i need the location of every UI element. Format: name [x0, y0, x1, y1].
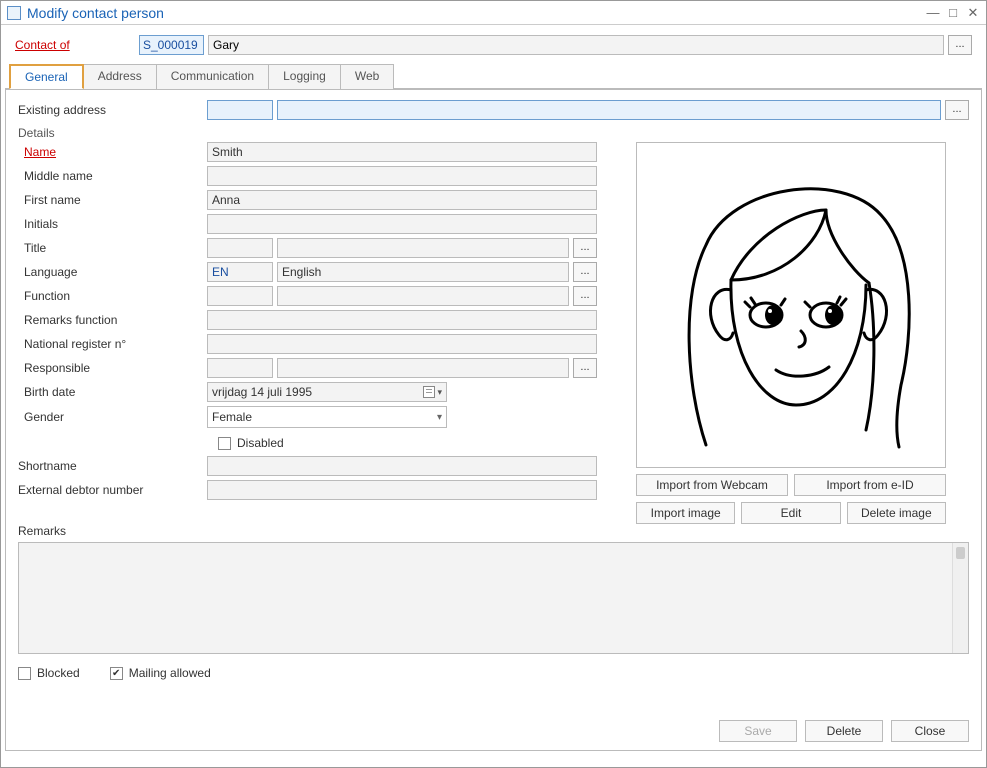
existing-address-code-input[interactable]	[207, 100, 273, 120]
contact-of-label[interactable]: Contact of	[15, 38, 135, 52]
remarks-label: Remarks	[18, 524, 203, 538]
language-lookup-button[interactable]: ...	[573, 262, 597, 282]
close-button[interactable]: Close	[891, 720, 969, 742]
general-panel: Existing address ... Details Name Middle…	[5, 89, 982, 751]
gender-label: Gender	[24, 410, 203, 424]
middle-name-input[interactable]	[207, 166, 597, 186]
tab-communication[interactable]: Communication	[156, 64, 269, 89]
contact-photo	[636, 142, 946, 468]
initials-label: Initials	[24, 217, 203, 231]
national-register-label: National register n°	[24, 337, 203, 351]
language-text-input[interactable]	[277, 262, 569, 282]
chevron-down-icon: ▾	[437, 387, 442, 398]
national-register-input[interactable]	[207, 334, 597, 354]
delete-image-button[interactable]: Delete image	[847, 502, 946, 524]
scrollbar[interactable]	[952, 543, 968, 653]
mailing-allowed-label: Mailing allowed	[129, 666, 211, 680]
existing-address-label: Existing address	[18, 103, 203, 117]
import-image-button[interactable]: Import image	[636, 502, 735, 524]
contact-of-lookup-button[interactable]: ...	[948, 35, 972, 55]
birth-date-picker[interactable]: vrijdag 14 juli 1995 ▾	[207, 382, 447, 402]
birth-date-label: Birth date	[24, 385, 203, 399]
calendar-icon	[423, 386, 435, 398]
title-lookup-button[interactable]: ...	[573, 238, 597, 258]
import-eid-button[interactable]: Import from e-ID	[794, 474, 946, 496]
language-code-input[interactable]	[207, 262, 273, 282]
contact-of-code-input[interactable]	[139, 35, 204, 55]
function-lookup-button[interactable]: ...	[573, 286, 597, 306]
tabs: General Address Communication Logging We…	[5, 63, 982, 89]
chevron-down-icon: ▾	[437, 412, 442, 423]
birth-date-value: vrijdag 14 juli 1995	[212, 385, 312, 399]
edit-image-button[interactable]: Edit	[741, 502, 840, 524]
first-name-input[interactable]	[207, 190, 597, 210]
responsible-label: Responsible	[24, 361, 203, 375]
function-code-input[interactable]	[207, 286, 273, 306]
tab-web[interactable]: Web	[340, 64, 394, 89]
titlebar: Modify contact person — □ ✕	[1, 1, 986, 25]
blocked-label: Blocked	[37, 666, 80, 680]
window-title: Modify contact person	[27, 5, 926, 21]
scroll-thumb[interactable]	[956, 547, 965, 559]
initials-input[interactable]	[207, 214, 597, 234]
name-label[interactable]: Name	[24, 145, 203, 159]
close-window-button[interactable]: ✕	[966, 5, 980, 21]
shortname-label: Shortname	[18, 459, 203, 473]
disabled-label: Disabled	[237, 436, 284, 450]
responsible-text-input[interactable]	[277, 358, 569, 378]
middle-name-label: Middle name	[24, 169, 203, 183]
minimize-button[interactable]: —	[926, 5, 940, 21]
blocked-checkbox[interactable]	[18, 667, 31, 680]
contact-of-name-input[interactable]	[208, 35, 944, 55]
ext-debtor-input[interactable]	[207, 480, 597, 500]
name-input[interactable]	[207, 142, 597, 162]
language-label: Language	[24, 265, 203, 279]
tab-general[interactable]: General	[9, 64, 84, 89]
existing-address-text-input[interactable]	[277, 100, 941, 120]
gender-value: Female	[212, 410, 252, 424]
function-label: Function	[24, 289, 203, 303]
details-section-label: Details	[18, 126, 969, 140]
app-icon	[7, 6, 21, 20]
mailing-allowed-checkbox[interactable]: ✔	[110, 667, 123, 680]
disabled-checkbox[interactable]	[218, 437, 231, 450]
gender-select[interactable]: Female ▾	[207, 406, 447, 428]
shortname-input[interactable]	[207, 456, 597, 476]
ext-debtor-label: External debtor number	[18, 483, 203, 497]
import-webcam-button[interactable]: Import from Webcam	[636, 474, 788, 496]
tab-address[interactable]: Address	[83, 64, 157, 89]
delete-button[interactable]: Delete	[805, 720, 883, 742]
responsible-code-input[interactable]	[207, 358, 273, 378]
existing-address-lookup-button[interactable]: ...	[945, 100, 969, 120]
title-label: Title	[24, 241, 203, 255]
remarks-function-input[interactable]	[207, 310, 597, 330]
responsible-lookup-button[interactable]: ...	[573, 358, 597, 378]
remarks-textarea[interactable]	[18, 542, 969, 654]
tab-logging[interactable]: Logging	[268, 64, 341, 89]
save-button[interactable]: Save	[719, 720, 797, 742]
first-name-label: First name	[24, 193, 203, 207]
maximize-button[interactable]: □	[946, 5, 960, 21]
title-text-input[interactable]	[277, 238, 569, 258]
remarks-function-label: Remarks function	[24, 313, 203, 327]
title-code-input[interactable]	[207, 238, 273, 258]
function-text-input[interactable]	[277, 286, 569, 306]
